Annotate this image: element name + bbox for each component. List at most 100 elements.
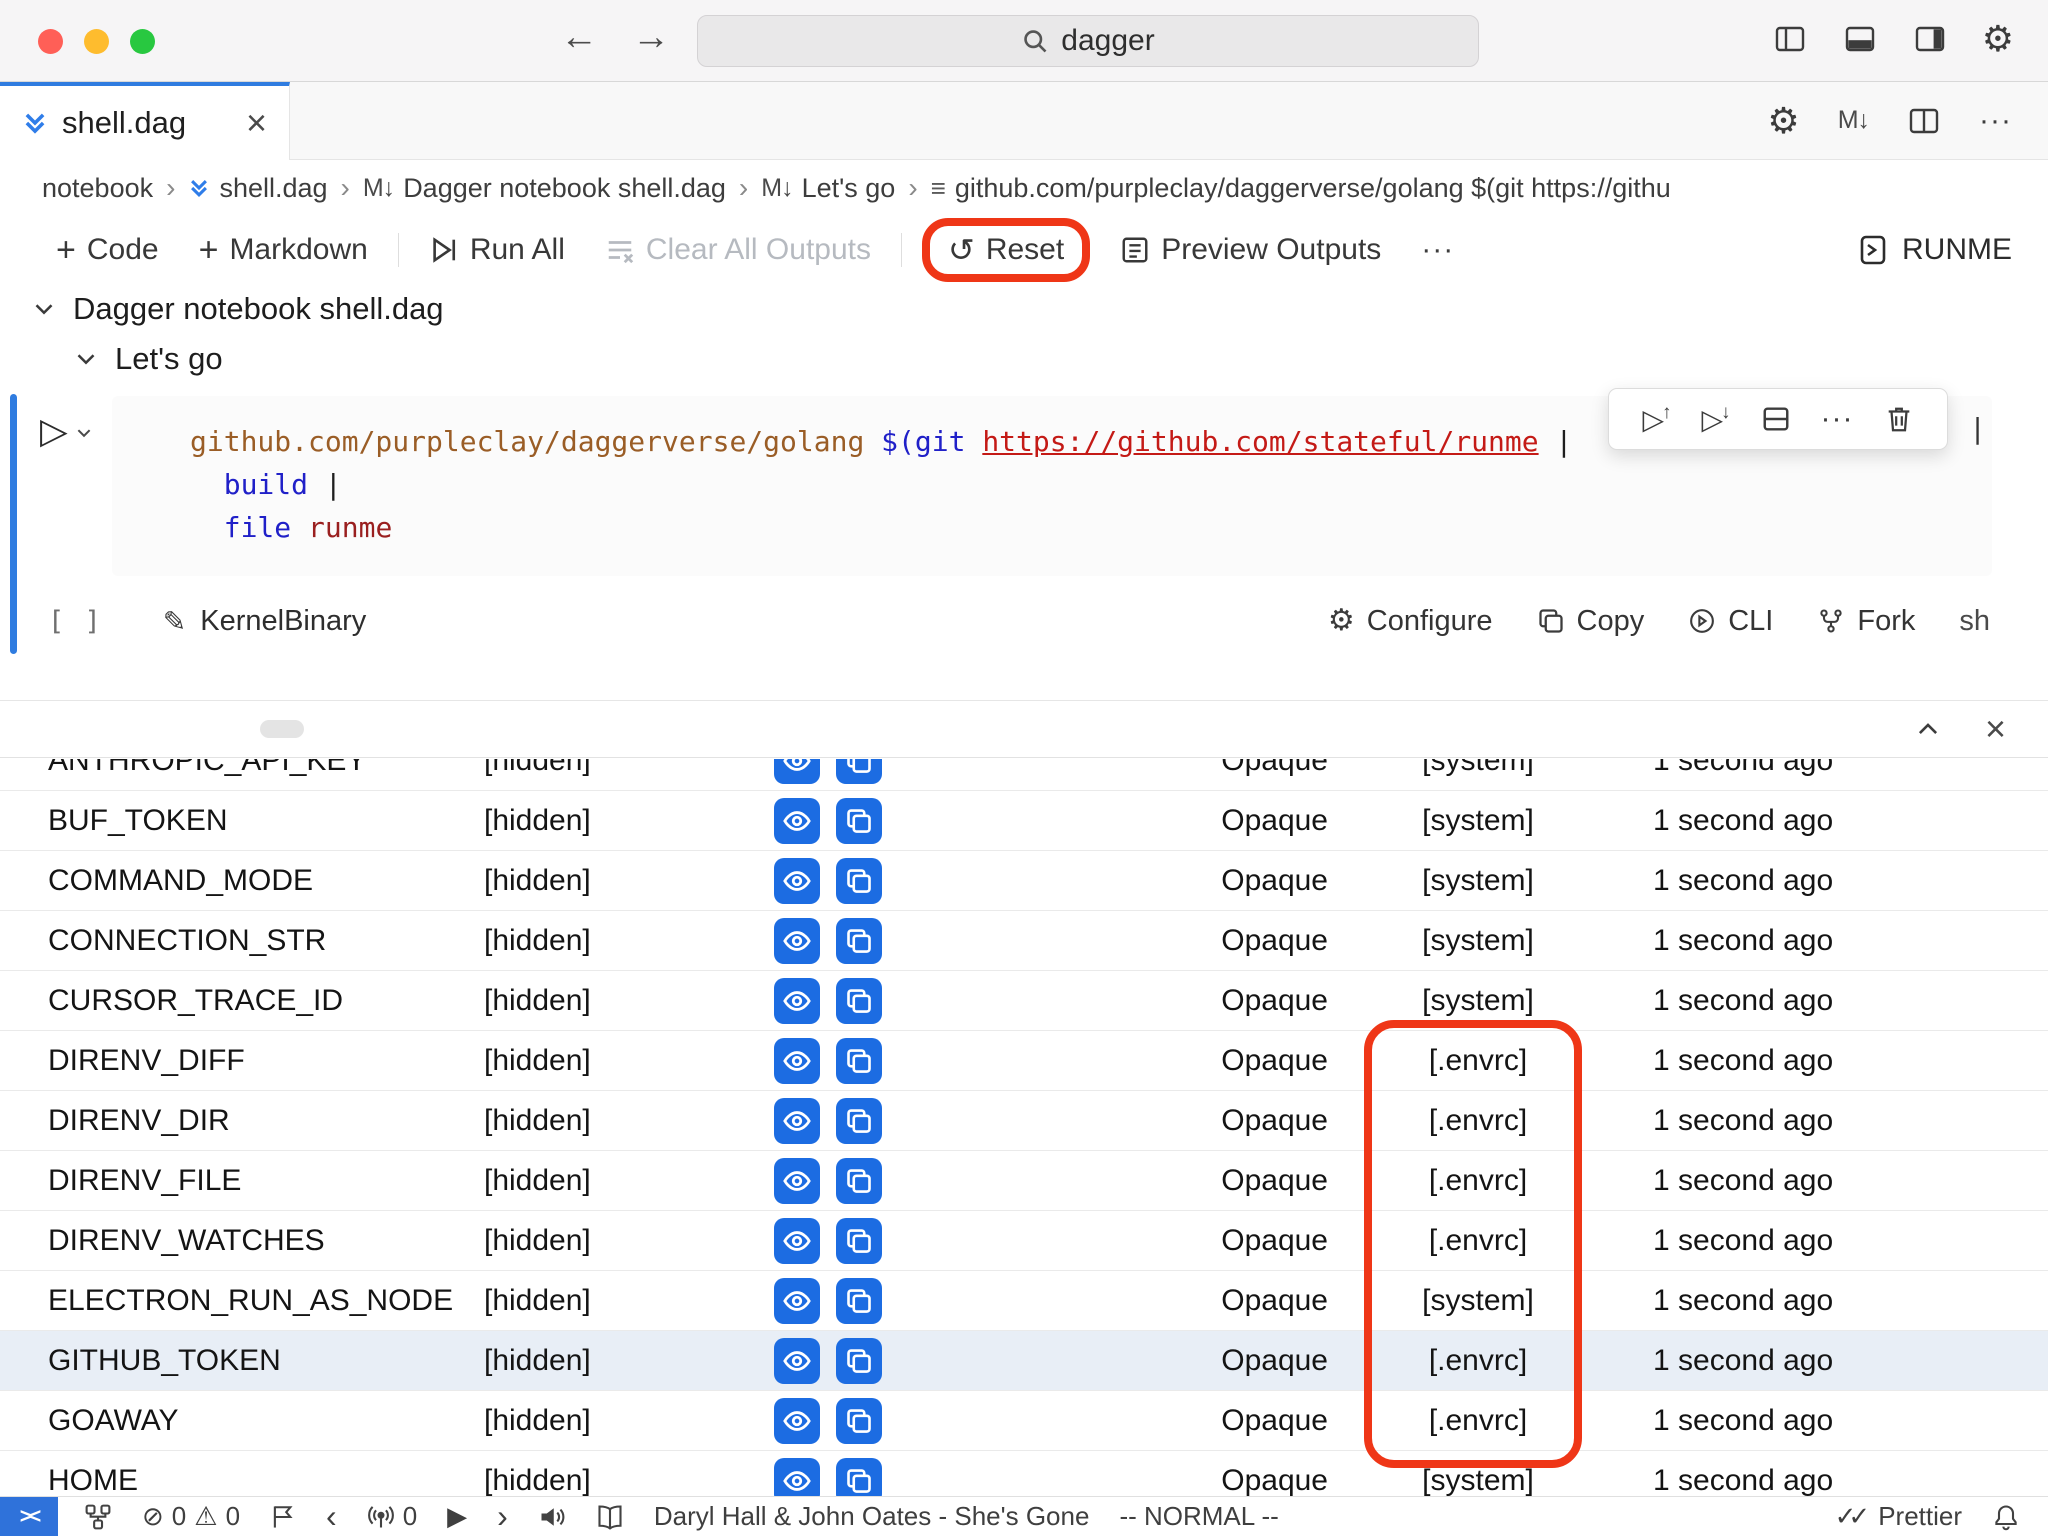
back-button[interactable]: ← (560, 16, 598, 59)
toggle-primary-sidebar-icon[interactable] (1772, 23, 1808, 55)
cell-more-button[interactable]: ··· (1821, 402, 1854, 436)
env-table-row[interactable]: DIRENV_DIFF [hidden] (0, 1031, 2048, 1091)
execute-below-button[interactable]: ▷↓ (1702, 403, 1731, 436)
copy-value-button[interactable] (836, 1098, 882, 1144)
breadcrumb-item-code-cell[interactable]: ≡ github.com/purpleclay/daggerverse/gola… (931, 173, 1671, 204)
delete-cell-button[interactable] (1884, 404, 1914, 434)
copy-value-button[interactable] (836, 798, 882, 844)
collapse-chevron-icon[interactable] (32, 297, 56, 321)
env-table-row[interactable]: GOAWAY [hidden] (0, 1391, 2048, 1451)
cli-button[interactable]: CLI (1688, 605, 1773, 638)
remote-indicator[interactable]: >< (0, 1497, 58, 1536)
copy-value-button[interactable] (836, 858, 882, 904)
cell-language-label[interactable]: sh (1959, 605, 1990, 638)
toggle-secondary-sidebar-icon[interactable] (1912, 23, 1948, 55)
reveal-value-button[interactable] (774, 1158, 820, 1204)
reveal-value-button[interactable] (774, 918, 820, 964)
toolbar-more-button[interactable]: ··· (1401, 222, 1474, 278)
add-code-cell-button[interactable]: + Code (36, 222, 179, 278)
breadcrumb-item-notebook-title[interactable]: M↓ Dagger notebook shell.dag (363, 173, 726, 204)
notebook-settings-gear-icon[interactable]: ⚙ (1767, 103, 1799, 139)
env-table-row[interactable]: COMMAND_MODE [hidden] (0, 851, 2048, 911)
flag-icon[interactable] (270, 1504, 296, 1530)
close-panel-icon[interactable]: × (1985, 711, 2006, 747)
settings-gear-icon[interactable]: ⚙ (1982, 21, 2014, 57)
markdown-preview-icon[interactable]: M↓ (1838, 106, 1869, 135)
add-markdown-cell-button[interactable]: + Markdown (179, 222, 388, 278)
split-cell-button[interactable] (1761, 404, 1791, 434)
fork-button[interactable]: Fork (1817, 605, 1915, 638)
copy-value-button[interactable] (836, 918, 882, 964)
copy-value-button[interactable] (836, 978, 882, 1024)
env-table-row[interactable]: DIRENV_DIR [hidden] (0, 1091, 2048, 1151)
kernel-selector[interactable]: ✎ KernelBinary (163, 605, 367, 638)
formatter-status[interactable]: ✓✓ Prettier (1835, 1501, 1962, 1532)
copy-value-button[interactable] (836, 1338, 882, 1384)
env-table-row[interactable]: HOME [hidden] (0, 1451, 2048, 1496)
runme-button[interactable]: RUNME (1857, 233, 2012, 267)
execute-above-button[interactable]: ▷↑ (1642, 403, 1671, 436)
reveal-value-button[interactable] (774, 1398, 820, 1444)
reveal-value-button[interactable] (774, 1338, 820, 1384)
play-button[interactable]: ▶ (447, 1501, 467, 1532)
more-actions-icon[interactable]: ··· (1979, 104, 2012, 138)
env-table-row[interactable]: DIRENV_WATCHES [hidden] (0, 1211, 2048, 1271)
copy-value-button[interactable] (836, 759, 882, 784)
volume-icon[interactable] (538, 1503, 566, 1531)
env-table-row[interactable]: ANTHROPIC_API_KEY [hidden] (0, 759, 2048, 791)
toggle-panel-icon[interactable] (1842, 23, 1878, 55)
reveal-value-button[interactable] (774, 858, 820, 904)
reveal-value-button[interactable] (774, 1278, 820, 1324)
reveal-value-button[interactable] (774, 1218, 820, 1264)
tab-shell-dag[interactable]: shell.dag × (0, 82, 290, 160)
copy-value-button[interactable] (836, 1278, 882, 1324)
copy-value-button[interactable] (836, 1218, 882, 1264)
breadcrumb-item-file[interactable]: shell.dag (188, 173, 327, 204)
clear-all-outputs-button[interactable]: Clear All Outputs (585, 222, 891, 278)
env-table-row[interactable]: GITHUB_TOKEN [hidden] (0, 1331, 2048, 1391)
breadcrumb-item-section[interactable]: M↓ Let's go (761, 173, 895, 204)
reveal-value-button[interactable] (774, 1458, 820, 1497)
env-table-row[interactable]: BUF_TOKEN [hidden] (0, 791, 2048, 851)
next-track-button[interactable]: › (497, 1498, 508, 1535)
collapse-chevron-icon[interactable] (74, 347, 98, 371)
reveal-value-button[interactable] (774, 759, 820, 784)
vim-mode-indicator[interactable]: -- NORMAL -- (1119, 1501, 1278, 1532)
notifications-bell-icon[interactable] (1992, 1503, 2020, 1531)
run-all-button[interactable]: Run All (409, 222, 585, 278)
env-table-row[interactable]: CURSOR_TRACE_ID [hidden] (0, 971, 2048, 1031)
panel-tab[interactable] (260, 720, 304, 738)
copy-value-button[interactable] (836, 1398, 882, 1444)
source-control-tree-icon[interactable] (84, 1503, 112, 1531)
configure-button[interactable]: ⚙ Configure (1328, 605, 1493, 638)
env-table-row[interactable]: ELECTRON_RUN_AS_NODE [hidden] (0, 1271, 2048, 1331)
copy-value-button[interactable] (836, 1458, 882, 1497)
run-cell-button[interactable]: ▷ (40, 410, 68, 452)
copy-cell-button[interactable]: Copy (1537, 605, 1645, 638)
reset-button[interactable]: ↺ Reset (936, 227, 1076, 273)
song-title[interactable]: Daryl Hall & John Oates - She's Gone (654, 1501, 1090, 1532)
previous-track-button[interactable]: ‹ (326, 1498, 337, 1535)
forward-button[interactable]: → (632, 16, 670, 59)
split-editor-icon[interactable] (1907, 105, 1941, 137)
problems-status[interactable]: ⊘ 0 ⚠ 0 (142, 1501, 240, 1532)
breadcrumb-item-notebook[interactable]: notebook (42, 173, 153, 204)
reveal-value-button[interactable] (774, 978, 820, 1024)
reveal-value-button[interactable] (774, 798, 820, 844)
env-table-row[interactable]: CONNECTION_STR [hidden] (0, 911, 2048, 971)
copy-value-button[interactable] (836, 1158, 882, 1204)
code-link[interactable]: https://github.com/stateful/runme (982, 425, 1538, 458)
close-window-button[interactable] (38, 29, 63, 54)
reveal-value-button[interactable] (774, 1038, 820, 1084)
zoom-window-button[interactable] (130, 29, 155, 54)
copy-value-button[interactable] (836, 1038, 882, 1084)
minimize-window-button[interactable] (84, 29, 109, 54)
broadcast-status[interactable]: 0 (367, 1501, 417, 1532)
run-options-chevron-icon[interactable] (75, 424, 93, 442)
close-tab-icon[interactable]: × (246, 105, 267, 141)
maximize-panel-chevron-icon[interactable] (1915, 716, 1941, 742)
env-table-row[interactable]: DIRENV_FILE [hidden] (0, 1151, 2048, 1211)
reveal-value-button[interactable] (774, 1098, 820, 1144)
preview-outputs-button[interactable]: Preview Outputs (1100, 222, 1401, 278)
now-playing-book-icon[interactable] (596, 1503, 624, 1531)
